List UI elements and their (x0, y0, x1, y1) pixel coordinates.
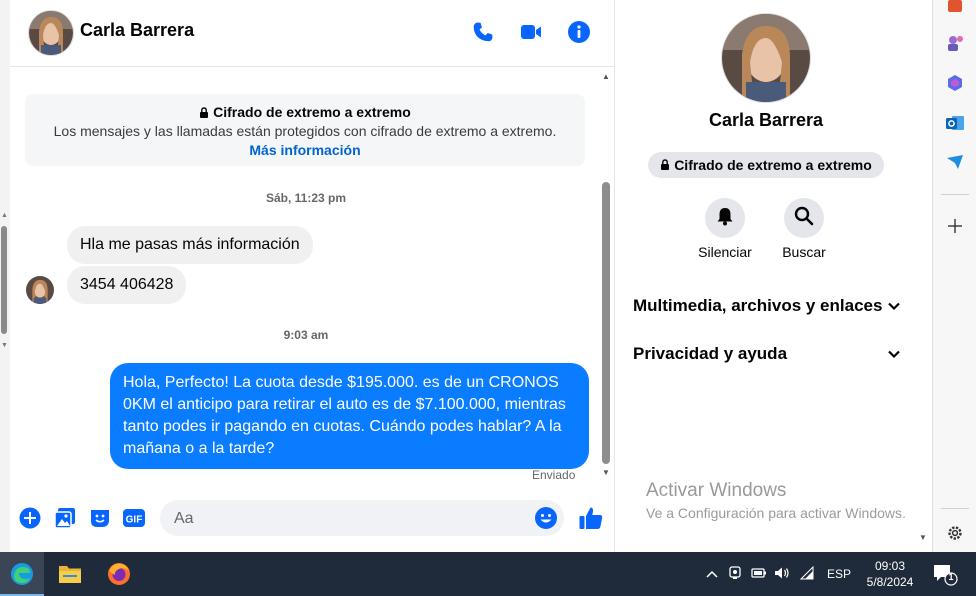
volume-icon[interactable] (774, 566, 790, 583)
copilot-icon[interactable] (944, 72, 966, 94)
chevron-down-icon (887, 344, 901, 364)
scroll-down-arrow[interactable]: ▼ (1, 342, 8, 349)
gif-label: GIF (126, 515, 143, 526)
outlook-icon[interactable] (944, 112, 966, 134)
sticker-icon[interactable] (88, 506, 112, 530)
chat-scrollbar[interactable]: ▲ ▼ (600, 72, 612, 484)
scroll-down-arrow[interactable]: ▼ (919, 533, 927, 542)
system-tray: ESP (706, 552, 851, 596)
left-scrollbar[interactable]: ▲ ▼ (0, 0, 10, 552)
message-input[interactable] (172, 500, 526, 538)
shopping-bag-icon[interactable] (944, 0, 966, 16)
encryption-description: Los mensajes y las llamadas están proteg… (53, 123, 557, 139)
chevron-down-icon (887, 296, 901, 316)
incoming-message[interactable]: 3454 406428 (67, 266, 187, 304)
encryption-badge-label: Cifrado de extremo a extremo (674, 157, 872, 173)
message-timestamp: Sáb, 11:23 pm (265, 191, 347, 205)
phone-icon[interactable] (469, 18, 497, 46)
meet-now-icon[interactable] (728, 565, 742, 583)
taskbar-clock[interactable]: 09:03 5/8/2024 (858, 558, 922, 590)
video-call-icon[interactable] (517, 18, 545, 46)
lock-icon (199, 104, 213, 120)
photo-icon[interactable] (53, 506, 77, 530)
chat-header: Carla Barrera (10, 0, 614, 67)
info-icon[interactable] (565, 18, 593, 46)
activate-windows-subtitle: Ve a Configuración para activar Windows. (646, 505, 906, 521)
encryption-badge[interactable]: Cifrado de extremo a extremo (648, 152, 884, 178)
sidebar-divider (941, 194, 969, 195)
search-icon (794, 206, 814, 231)
section-label: Multimedia, archivos y enlaces (633, 296, 883, 315)
settings-gear-icon[interactable] (944, 522, 966, 544)
message-list[interactable]: Cifrado de extremo a extremo Los mensaje… (10, 67, 602, 492)
contact-info-panel: Carla Barrera Cifrado de extremo a extre… (615, 0, 932, 552)
outgoing-message[interactable]: Hola, Perfecto! La cuota desde $195.000.… (110, 363, 589, 469)
encryption-title: Cifrado de extremo a extremo (213, 104, 411, 120)
privacy-support-section[interactable]: Privacidad y ayuda (633, 344, 901, 364)
contact-avatar[interactable] (28, 10, 74, 56)
games-icon[interactable] (944, 32, 966, 54)
windows-taskbar: ESP 09:03 5/8/2024 1 (0, 552, 976, 596)
incoming-message[interactable]: Hla me pasas más información (67, 226, 313, 264)
profile-avatar[interactable] (721, 13, 811, 103)
lock-icon (660, 157, 670, 173)
scroll-down-arrow[interactable]: ▼ (602, 468, 610, 477)
message-status: Enviado (532, 468, 576, 482)
scroll-up-arrow[interactable]: ▲ (602, 72, 610, 81)
emoji-icon[interactable] (534, 506, 558, 530)
send-icon[interactable] (944, 151, 966, 173)
add-icon[interactable] (944, 215, 966, 237)
more-info-link[interactable]: Más información (25, 142, 585, 158)
wifi-icon[interactable] (799, 565, 815, 583)
edge-browser-icon[interactable] (0, 552, 44, 596)
media-files-links-section[interactable]: Multimedia, archivos y enlaces (633, 296, 901, 316)
mute-button[interactable]: Silenciar (690, 198, 760, 260)
activate-windows-title: Activar Windows (646, 480, 787, 501)
contact-avatar-small[interactable] (26, 276, 54, 304)
mute-label: Silenciar (698, 244, 752, 260)
encryption-notice: Cifrado de extremo a extremo Los mensaje… (25, 94, 585, 166)
chevron-up-icon[interactable] (706, 567, 718, 581)
file-explorer-icon[interactable] (48, 552, 92, 596)
clock-date: 5/8/2024 (866, 575, 914, 589)
search-label: Buscar (782, 244, 826, 260)
plus-circle-icon[interactable] (18, 506, 42, 530)
language-indicator[interactable]: ESP (827, 567, 851, 581)
bell-icon (715, 206, 735, 231)
notification-center-icon[interactable]: 1 (932, 562, 958, 586)
gif-icon[interactable]: GIF (122, 506, 146, 530)
browser-sidebar (932, 0, 976, 552)
search-button[interactable]: Buscar (769, 198, 839, 260)
clock-time: 09:03 (874, 559, 906, 573)
profile-name: Carla Barrera (708, 110, 824, 130)
scroll-up-arrow[interactable]: ▲ (1, 212, 8, 219)
firefox-icon[interactable] (97, 552, 141, 596)
section-label: Privacidad y ayuda (633, 344, 788, 363)
message-timestamp: 9:03 am (283, 328, 329, 342)
notification-count: 1 (948, 572, 954, 582)
scrollbar-thumb[interactable] (1, 226, 7, 334)
message-input-box[interactable] (160, 500, 564, 538)
scrollbar-thumb[interactable] (602, 182, 610, 464)
contact-name[interactable]: Carla Barrera (80, 20, 194, 41)
battery-icon[interactable] (751, 567, 767, 582)
message-composer: GIF (10, 494, 614, 546)
like-icon[interactable] (577, 504, 605, 532)
sidebar-divider (941, 508, 969, 509)
chat-panel: Carla Barrera Cifrado de extremo a extre… (10, 0, 614, 552)
